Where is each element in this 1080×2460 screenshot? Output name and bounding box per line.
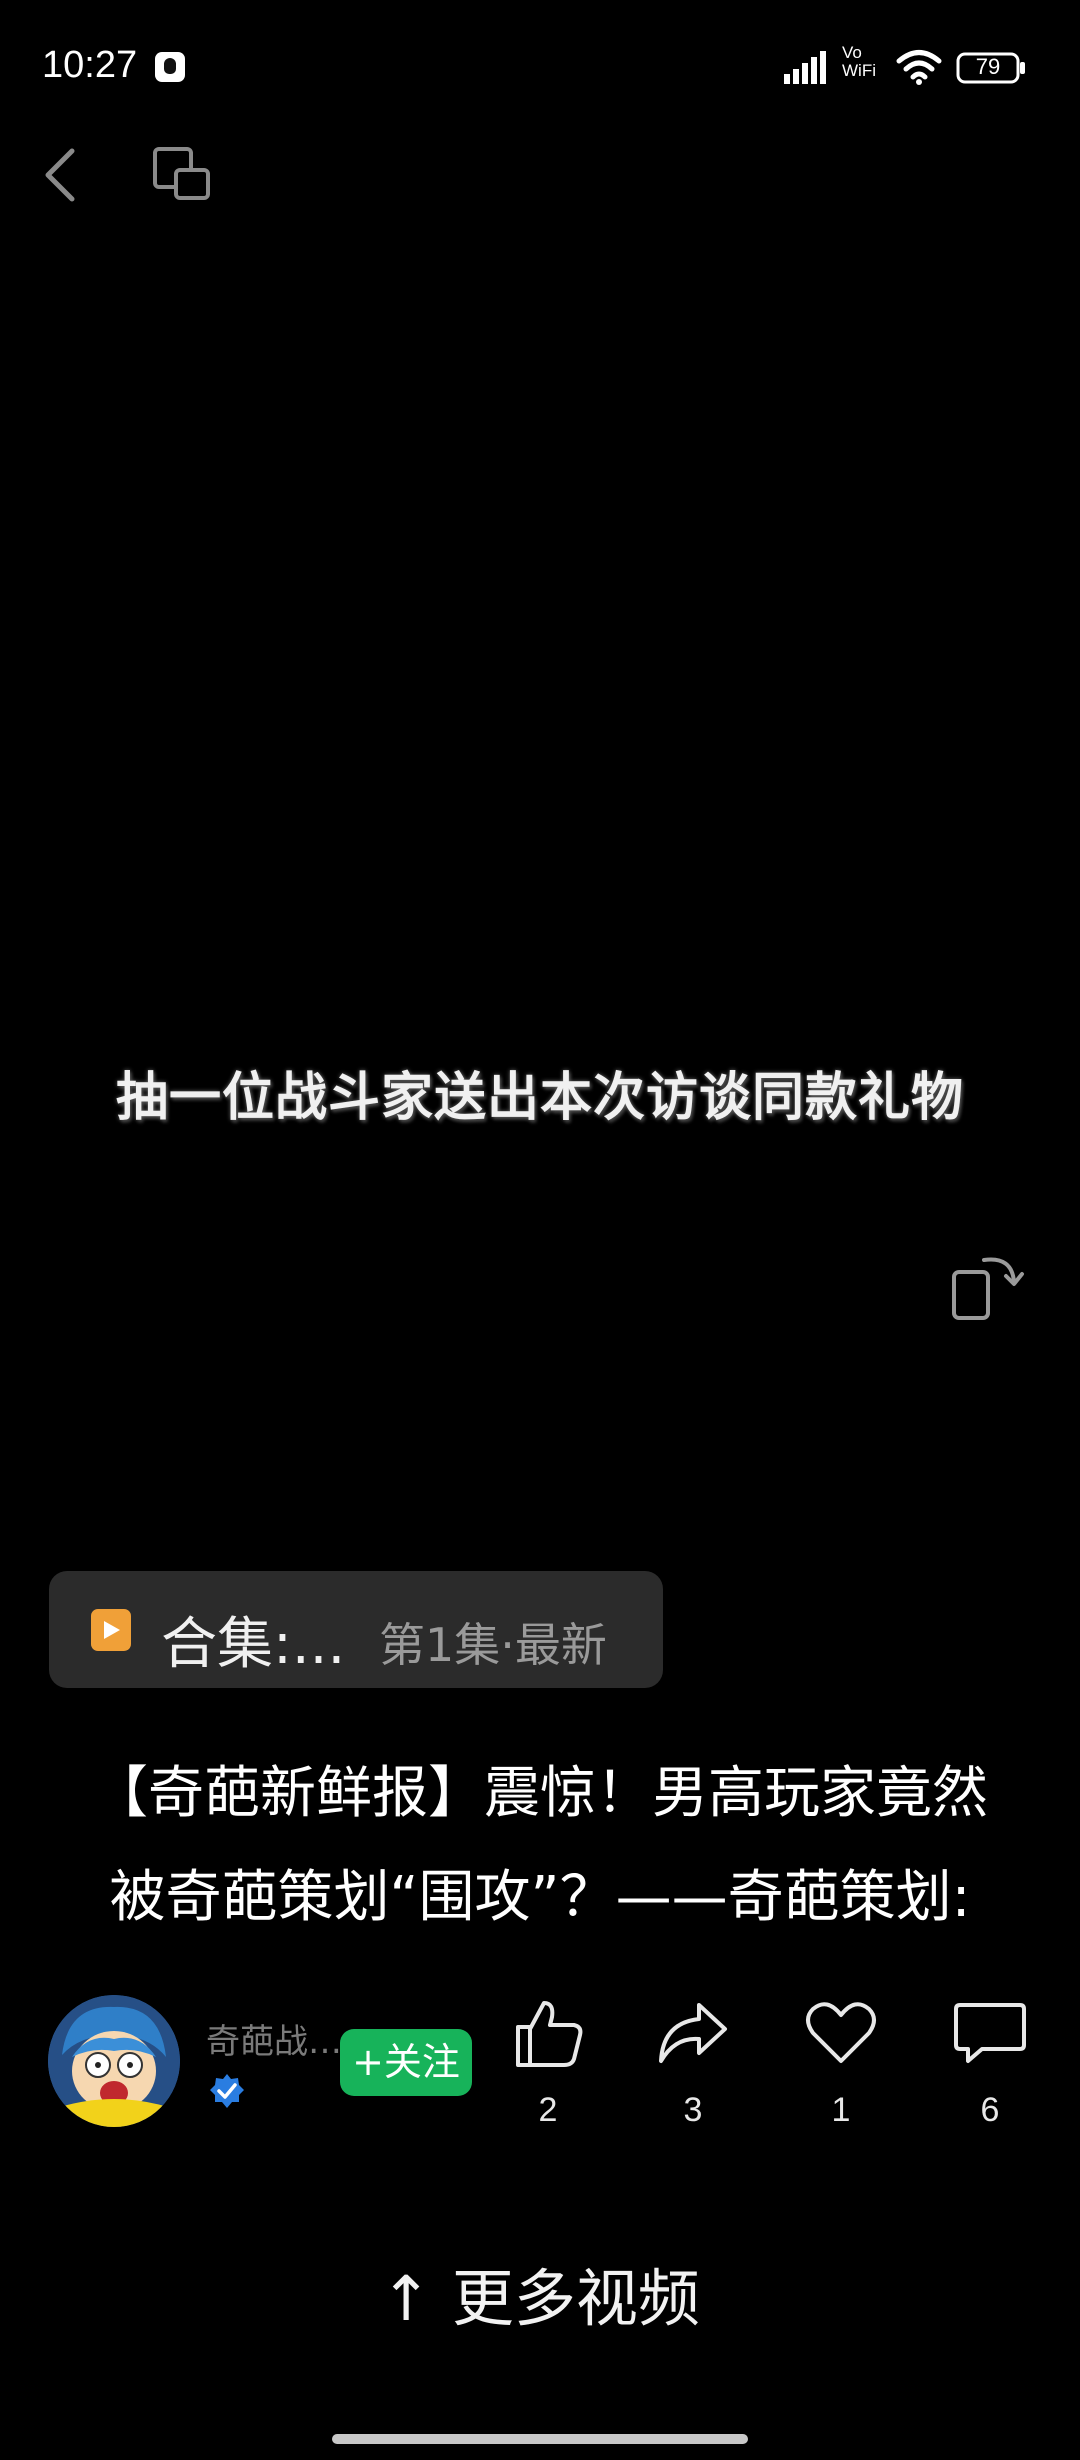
- collection-play-icon: [91, 1609, 131, 1651]
- video-title-line-1: 【奇葩新鲜报】震惊！男高玩家竟然: [92, 1761, 988, 1826]
- video-subtitle: 抽一位战斗家送出本次访谈同款礼物: [115, 1068, 964, 1128]
- follow-button[interactable]: +关注: [340, 2029, 472, 2096]
- verified-badge-icon: [210, 2074, 244, 2108]
- author-avatar[interactable]: [48, 1995, 180, 2127]
- favorite-count: 1: [831, 2091, 851, 2129]
- battery-level: 79: [975, 54, 1001, 79]
- thumbs-up-icon: [516, 2001, 583, 2067]
- rotate-screen-button[interactable]: [948, 1250, 1026, 1322]
- video-title: 【奇葩新鲜报】震惊！男高玩家竟然 被奇葩策划“围攻”？——奇葩策划:: [34, 1742, 1046, 1950]
- collection-title: 合集:...: [161, 1612, 346, 1677]
- collection-episode: 第1集·最新: [379, 1618, 607, 1672]
- heart-icon: [806, 2002, 876, 2063]
- vowifi-indicator: Vo WiFi: [842, 44, 876, 80]
- back-button[interactable]: [40, 145, 80, 205]
- comment-count: 6: [980, 2091, 1000, 2129]
- signal-icon: [784, 51, 826, 84]
- favorite-button[interactable]: 1: [786, 1995, 896, 2145]
- share-button[interactable]: 3: [638, 1995, 748, 2145]
- video-player[interactable]: [0, 240, 1080, 1540]
- picture-in-picture-button[interactable]: [152, 146, 212, 202]
- share-arrow-icon: [659, 2003, 727, 2063]
- home-indicator[interactable]: [332, 2434, 748, 2444]
- author-name[interactable]: 奇葩战…: [206, 2014, 342, 2063]
- qq-notification-icon: [155, 52, 185, 82]
- more-videos-button[interactable]: ↑ 更多视频: [0, 2248, 1080, 2338]
- comment-button[interactable]: 6: [935, 1995, 1045, 2145]
- comment-bubble-icon: [954, 2003, 1026, 2063]
- vowifi-bottom: WiFi: [842, 61, 876, 80]
- share-count: 3: [683, 2091, 703, 2129]
- status-time: 10:27: [42, 44, 138, 86]
- like-count: 2: [538, 2091, 558, 2129]
- wifi-icon: [896, 50, 942, 85]
- vowifi-top: Vo: [842, 43, 862, 62]
- collection-card[interactable]: 合集:... 第1集·最新: [49, 1571, 663, 1688]
- video-title-line-2: 被奇葩策划“围攻”？——奇葩策划:: [109, 1865, 971, 1930]
- like-button[interactable]: 2: [493, 1995, 603, 2145]
